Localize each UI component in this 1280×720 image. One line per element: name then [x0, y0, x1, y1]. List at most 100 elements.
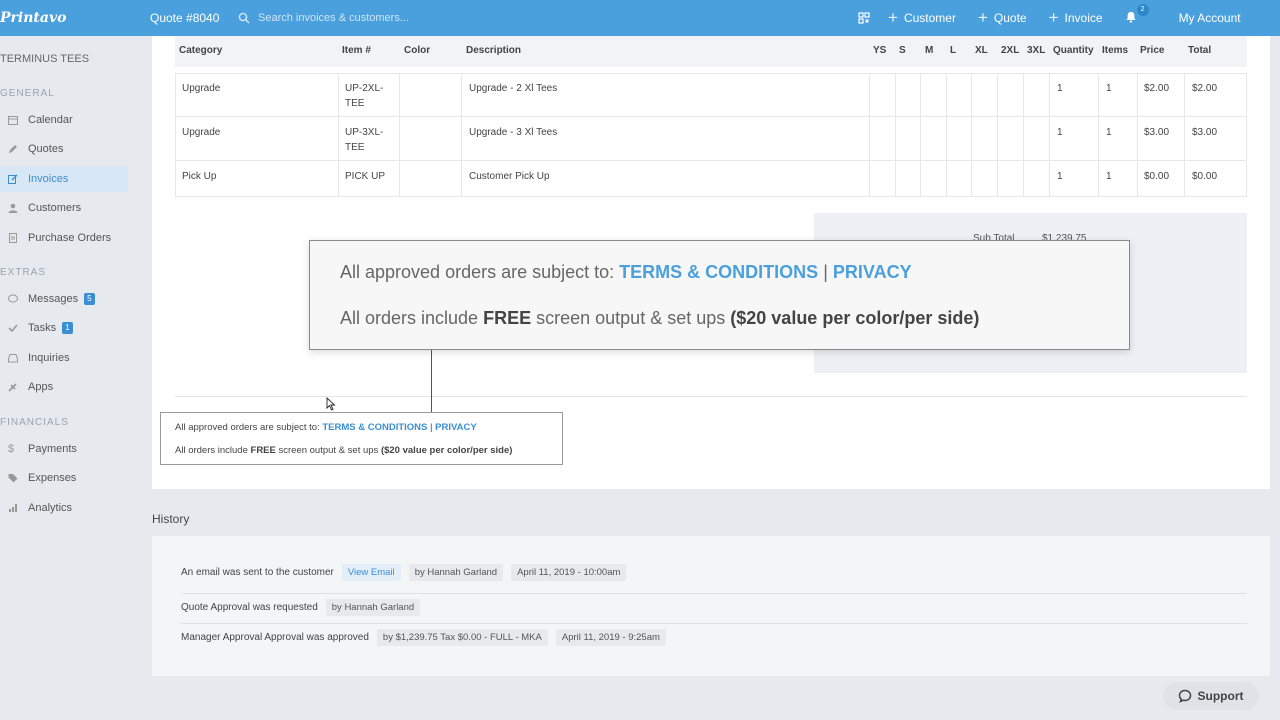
history-date: April 11, 2019 - 10:00am [511, 564, 627, 581]
qr-code-icon[interactable] [858, 12, 870, 24]
cell-items: 1 [1106, 127, 1112, 138]
notifications-button[interactable]: 2 [1125, 4, 1149, 25]
puzzle-icon [8, 383, 17, 392]
history-text: Quote Approval was requested [181, 602, 318, 613]
table-row[interactable]: Pick Up PICK UP Customer Pick Up 1 1 $0.… [175, 161, 1247, 197]
pencil-icon [9, 145, 17, 153]
search-icon [238, 12, 250, 24]
cell-description: Customer Pick Up [469, 171, 550, 182]
free-prefix: All orders include [175, 445, 248, 456]
sidebar-item-label: Invoices [28, 173, 69, 185]
check-icon [8, 324, 18, 333]
add-invoice-button[interactable]: + Invoice [1049, 9, 1103, 26]
sidebar-item-label: Messages [28, 293, 79, 305]
col-items: Items [1102, 45, 1129, 56]
section-extras: EXTRAS [0, 267, 47, 278]
bar-chart-icon [9, 504, 17, 512]
sidebar-item-label: Quotes [28, 143, 64, 155]
add-customer-label: Customer [903, 11, 956, 25]
sidebar-item-label: Payments [28, 443, 77, 455]
history-text: Manager Approval Approval was approved [181, 632, 369, 643]
cell-price: $0.00 [1144, 171, 1170, 182]
table-row[interactable]: Upgrade UP-2XL- TEE Upgrade - 2 Xl Tees 1… [175, 73, 1247, 117]
col-s: S [899, 45, 906, 56]
col-description: Description [466, 45, 522, 56]
item-number-line2: TEE [345, 142, 365, 153]
cell-description: Upgrade - 3 Xl Tees [469, 127, 558, 138]
item-number-line1: UP-3XL- [345, 127, 384, 138]
support-label: Support [1197, 689, 1244, 703]
sidebar-item-analytics[interactable]: Analytics [0, 495, 128, 521]
view-email-link[interactable]: View Email [341, 564, 401, 581]
col-ys: YS [873, 45, 887, 56]
cell-item-number: UP-3XL- TEE [345, 125, 383, 155]
col-m: M [925, 45, 934, 56]
cell-items: 1 [1106, 171, 1112, 182]
history-separator [181, 593, 1247, 594]
search-input[interactable] [258, 12, 758, 24]
zoom-callout: All approved orders are subject to: TERM… [309, 240, 1130, 350]
sidebar-item-label: Expenses [28, 472, 77, 484]
sidebar-item-invoices[interactable]: Invoices [0, 166, 128, 192]
sidebar-item-calendar[interactable]: Calendar [0, 107, 128, 133]
my-account-link[interactable]: My Account [1179, 11, 1241, 25]
sidebar-item-messages[interactable]: Messages 5 [0, 286, 128, 312]
privacy-link[interactable]: PRIVACY [435, 422, 477, 433]
callout-connector [431, 350, 432, 412]
cell-quantity: 1 [1057, 83, 1063, 94]
cell-category: Upgrade [182, 83, 221, 94]
chat-icon [8, 294, 18, 303]
cell-quantity: 1 [1057, 171, 1063, 182]
sidebar-item-label: Apps [28, 381, 54, 393]
col-l: L [950, 45, 957, 56]
sidebar-item-label: Calendar [28, 114, 73, 126]
sidebar-item-label: Customers [28, 202, 82, 214]
sidebar-item-quotes[interactable]: Quotes [0, 136, 128, 162]
zoom-free-value: ($20 value per color/per side) [730, 308, 980, 328]
sidebar-item-purchase-orders[interactable]: Purchase Orders [0, 225, 128, 251]
search-bar [238, 12, 858, 24]
terms-line: All approved orders are subject to: TERM… [175, 422, 477, 433]
history-separator [181, 623, 1247, 624]
sidebar-item-payments[interactable]: $ Payments [0, 436, 128, 462]
sidebar-item-label: Tasks [28, 322, 57, 334]
zoom-free-line: All orders include FREE screen output & … [340, 308, 979, 329]
col-xl: XL [975, 45, 988, 56]
col-3xl: 3XL [1027, 45, 1046, 56]
col-category: Category [179, 45, 223, 56]
plus-icon: + [888, 8, 898, 27]
free-setup-line: All orders include FREE screen output & … [175, 445, 512, 456]
item-number-line2: TEE [345, 98, 365, 109]
col-2xl: 2XL [1001, 45, 1020, 56]
sidebar-item-customers[interactable]: Customers [0, 195, 128, 221]
zoom-terms-line: All approved orders are subject to: TERM… [340, 262, 912, 283]
sidebar: TERMINUS TEES GENERAL Calendar Quotes In… [0, 36, 140, 720]
messages-badge: 5 [84, 293, 95, 305]
edit-icon [8, 174, 18, 184]
sidebar-item-tasks[interactable]: Tasks 1 [0, 315, 128, 341]
free-value: ($20 value per color/per side) [380, 445, 513, 456]
sidebar-item-expenses[interactable]: Expenses [0, 465, 128, 491]
document-icon [9, 233, 17, 243]
table-row[interactable]: Upgrade UP-3XL- TEE Upgrade - 3 Xl Tees 1… [175, 117, 1247, 161]
zoom-terms-link: TERMS & CONDITIONS [619, 262, 819, 282]
tag-icon [8, 474, 18, 483]
terms-link[interactable]: TERMS & CONDITIONS [322, 422, 427, 433]
history-author: by Hannah Garland [325, 599, 421, 616]
sidebar-item-label: Purchase Orders [28, 232, 112, 244]
sidebar-item-inquiries[interactable]: Inquiries [0, 345, 128, 371]
cell-description: Upgrade - 2 Xl Tees [469, 83, 558, 94]
cell-total: $2.00 [1192, 83, 1218, 94]
add-quote-button[interactable]: + Quote [978, 9, 1027, 26]
cell-price: $3.00 [1144, 127, 1170, 138]
history-entry: Quote Approval was requested by Hannah G… [181, 599, 1247, 616]
sidebar-item-apps[interactable]: Apps [0, 374, 128, 400]
app-logo[interactable]: Printavo [0, 10, 150, 26]
top-navbar: Printavo Quote #8040 + Customer + Quote + I… [0, 0, 1280, 36]
terms-prefix: All approved orders are subject to: [175, 422, 320, 433]
cell-total: $3.00 [1192, 127, 1218, 138]
support-button[interactable]: Support [1163, 682, 1258, 710]
chat-bubble-icon [1178, 689, 1191, 703]
inbox-icon [8, 354, 18, 363]
add-customer-button[interactable]: + Customer [888, 8, 956, 27]
